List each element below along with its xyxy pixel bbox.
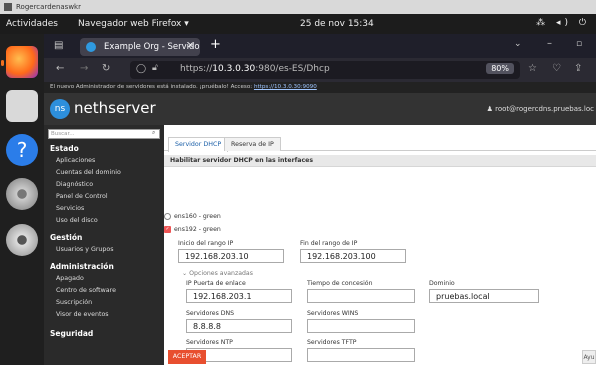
lease-label: Tiempo de concesión	[307, 280, 373, 287]
pocket-icon[interactable]: ♡	[552, 63, 561, 74]
files-icon[interactable]	[6, 90, 38, 122]
sidebar-item-eventos[interactable]: Visor de eventos	[56, 311, 109, 318]
sidebar-item-aplicaciones[interactable]: Aplicaciones	[56, 157, 95, 164]
activities-button[interactable]: Actividades	[6, 19, 58, 29]
help-button[interactable]: Ayu	[582, 350, 596, 364]
list-all-tabs-icon[interactable]: ⌄	[514, 39, 522, 49]
url-host: 10.3.0.30	[212, 64, 256, 74]
share-icon[interactable]: ⇪	[574, 63, 582, 74]
nethserver-logo-icon[interactable]: ns	[50, 99, 70, 119]
app-header: ns nethserver ♟ root@rogercdns.pruebas.l…	[44, 93, 596, 125]
url-path: :980/es-ES/Dhcp	[255, 64, 330, 74]
iface1-label: ens160 - green	[174, 213, 221, 220]
active-indicator	[1, 60, 4, 66]
new-tab-button[interactable]: +	[210, 37, 221, 52]
sidebar-item-usuarios[interactable]: Usuarios y Grupos	[56, 246, 114, 253]
disc-icon[interactable]	[6, 178, 38, 210]
sidebar-item-suscripcion[interactable]: Suscripción	[56, 299, 92, 306]
dvd-icon[interactable]	[6, 224, 38, 256]
back-icon[interactable]: ←	[56, 63, 64, 74]
lock-warning-icon[interactable]: 🔓︎	[152, 63, 158, 73]
iface1-checkbox[interactable]	[164, 213, 171, 220]
sidebar-item-servicios[interactable]: Servicios	[56, 205, 84, 212]
search-input[interactable]: Buscar...	[48, 129, 160, 139]
section-gestion: Gestión	[50, 233, 83, 242]
minimize-icon[interactable]: –	[547, 38, 552, 49]
range-end-label: Fin del rango de IP	[300, 240, 358, 247]
url-bar[interactable]: ◯ 🔓︎ https://10.3.0.30:980/es-ES/Dhcp 80…	[130, 61, 520, 79]
sidebar-item-diagnostico[interactable]: Diagnóstico	[56, 181, 93, 188]
wins-input[interactable]	[307, 319, 415, 333]
forward-icon[interactable]: →	[80, 63, 88, 74]
tab-servidor-dhcp[interactable]: Servidor DHCP	[168, 137, 229, 152]
tftp-label: Servidores TFTP	[307, 339, 357, 346]
window-icon	[4, 3, 12, 11]
notice-link[interactable]: https://10.3.0.30:9090	[254, 84, 317, 90]
host-title-bar: Rogercardenaswkr	[0, 0, 596, 14]
range-start-input[interactable]: 192.168.203.10	[178, 249, 284, 263]
section-estado: Estado	[50, 144, 79, 153]
nav-bar: ← → ↻ ◯ 🔓︎ https://10.3.0.30:980/es-ES/D…	[44, 58, 596, 82]
reload-icon[interactable]: ↻	[102, 63, 110, 74]
ntp-label: Servidores NTP	[186, 339, 233, 346]
range-end-input[interactable]: 192.168.203.100	[300, 249, 406, 263]
zoom-level[interactable]: 80%	[486, 63, 514, 74]
firefox-icon[interactable]	[6, 46, 38, 78]
close-tab-icon[interactable]: ✕	[187, 41, 194, 51]
sidebar-item-apagado[interactable]: Apagado	[56, 275, 84, 282]
tftp-input[interactable]	[307, 348, 415, 362]
dns-label: Servidores DNS	[186, 310, 235, 317]
search-icon: ⌕	[152, 129, 156, 136]
advanced-options-toggle[interactable]: ⌄ Opciones avanzadas	[182, 270, 253, 277]
main-content: Servidor DHCP Reserva de IP Habilitar se…	[164, 125, 596, 365]
shield-icon[interactable]: ◯	[136, 64, 146, 74]
sidebar: Buscar... ⌕ Estado Aplicaciones Cuentas …	[44, 125, 164, 365]
app-menu[interactable]: Navegador web Firefox ▾	[78, 19, 189, 29]
section-administracion: Administración	[50, 262, 114, 271]
gnome-top-bar: Actividades Navegador web Firefox ▾ 25 d…	[0, 14, 596, 34]
logo-text[interactable]: nethserver	[74, 99, 156, 117]
tab-bar: ▤ Example Org - Servidor ✕ + ⌄ – ▫	[44, 34, 596, 58]
iface2-label: ens192 - green	[174, 226, 221, 233]
host-window-title: Rogercardenaswkr	[16, 3, 81, 11]
dock: ?	[0, 34, 44, 365]
tab-reserva-ip[interactable]: Reserva de IP	[224, 137, 281, 151]
domain-label: Dominio	[429, 280, 455, 287]
tab-title: Example Org - Servidor	[104, 42, 200, 52]
domain-input[interactable]: pruebas.local	[429, 289, 539, 303]
tabs: Servidor DHCP Reserva de IP	[164, 137, 596, 152]
url-prefix: https://	[180, 64, 213, 74]
dns-input[interactable]: 8.8.8.8	[186, 319, 292, 333]
help-icon[interactable]: ?	[6, 134, 38, 166]
sidebar-item-disco[interactable]: Uso del disco	[56, 217, 98, 224]
iface2-checkbox[interactable]: ✓	[164, 226, 171, 233]
maximize-icon[interactable]: ▫	[576, 39, 582, 49]
gateway-label: IP Puerta de enlace	[186, 280, 246, 287]
wins-label: Servidores WINS	[307, 310, 359, 317]
admin-notice: El nuevo Administrador de servidores est…	[44, 82, 596, 93]
lease-input[interactable]	[307, 289, 415, 303]
system-menu-icons[interactable]: ⁂ ◂) ⏻	[536, 18, 590, 28]
range-start-label: Inicio del rango IP	[178, 240, 234, 247]
user-menu[interactable]: ♟ root@rogercdns.pruebas.loc	[487, 105, 594, 113]
bookmark-star-icon[interactable]: ☆	[528, 63, 537, 74]
section-seguridad: Seguridad	[50, 329, 94, 338]
sidebar-item-panel[interactable]: Panel de Control	[56, 193, 108, 200]
sidebar-item-software[interactable]: Centro de software	[56, 287, 116, 294]
gateway-input[interactable]: 192.168.203.1	[186, 289, 292, 303]
browser-tab[interactable]: Example Org - Servidor ✕	[80, 38, 200, 56]
clock[interactable]: 25 de nov 15:34	[300, 19, 374, 29]
notice-text: El nuevo Administrador de servidores est…	[50, 84, 254, 90]
tab-list-icon[interactable]: ▤	[54, 40, 63, 51]
accept-button[interactable]: ACEPTAR	[168, 350, 206, 364]
tab-favicon-icon	[86, 42, 96, 52]
sidebar-item-cuentas[interactable]: Cuentas del dominio	[56, 169, 121, 176]
panel-title: Habilitar servidor DHCP en las interface…	[164, 155, 596, 167]
firefox-window: ▤ Example Org - Servidor ✕ + ⌄ – ▫ ← → ↻…	[44, 34, 596, 365]
